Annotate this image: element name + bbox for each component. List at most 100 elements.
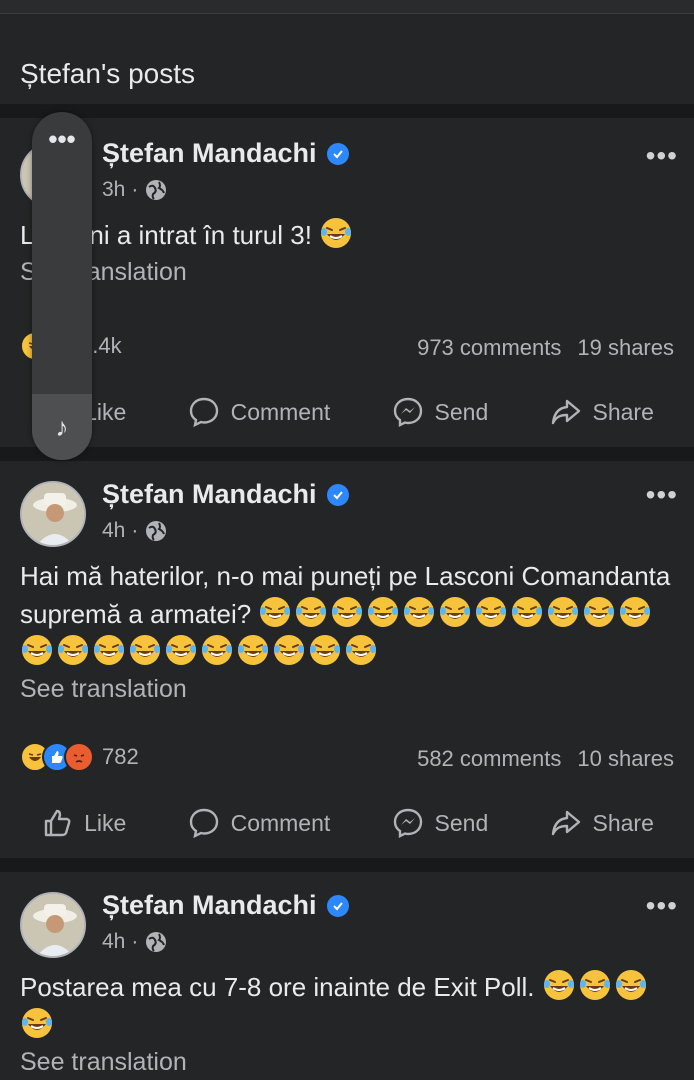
- author-name[interactable]: Ștefan Mandachi: [102, 890, 317, 921]
- more-options-icon[interactable]: •••: [646, 890, 678, 922]
- meta-separator: ·: [131, 930, 139, 953]
- post-time[interactable]: 4h: [102, 519, 125, 543]
- laughing-tears-emoji: [366, 595, 400, 629]
- emoji-row: [319, 218, 355, 250]
- laughing-tears-emoji: [272, 633, 306, 667]
- see-translation-link[interactable]: See translation: [0, 1048, 694, 1077]
- globe-icon: [146, 932, 167, 952]
- post-actions: Like Comment Send Share: [0, 377, 694, 447]
- share-arrow-icon: [551, 810, 580, 836]
- post-text: Postarea mea cu 7-8 ore inainte de Exit …: [0, 968, 694, 1044]
- post-body: Postarea mea cu 7-8 ore inainte de Exit …: [20, 972, 535, 1002]
- comments-count[interactable]: 973 comments: [417, 335, 561, 361]
- laughing-tears-emoji: [614, 968, 648, 1002]
- post-actions: Like Comment Send Share: [0, 788, 694, 858]
- laughing-tears-emoji: [164, 633, 198, 667]
- author-name[interactable]: Ștefan Mandachi: [102, 138, 317, 169]
- post-stats: 1.4k 973 comments 19 shares: [0, 317, 694, 377]
- laughing-tears-emoji: [200, 633, 234, 667]
- share-label: Share: [592, 398, 654, 425]
- comment-label: Comment: [230, 398, 331, 425]
- laughing-tears-emoji: [128, 633, 162, 667]
- post-header: Ștefan Mandachi 3h · •••: [0, 118, 694, 210]
- laughing-tears-emoji: [319, 216, 353, 250]
- see-translation-link[interactable]: See translation: [0, 675, 694, 704]
- comment-label: Comment: [230, 809, 331, 836]
- laughing-tears-emoji: [236, 633, 270, 667]
- globe-icon: [146, 521, 167, 541]
- share-button[interactable]: Share: [549, 806, 654, 840]
- more-options-icon[interactable]: •••: [646, 140, 678, 172]
- send-button[interactable]: Send: [391, 395, 489, 429]
- laughing-tears-emoji: [330, 595, 364, 629]
- like-label: Like: [84, 809, 127, 836]
- share-label: Share: [592, 809, 654, 836]
- comments-count[interactable]: 582 comments: [417, 746, 561, 772]
- post-3: Ștefan Mandachi 4h · ••• Postarea mea cu…: [0, 872, 694, 1077]
- laughing-tears-emoji: [20, 1006, 54, 1040]
- laughing-tears-emoji: [542, 968, 576, 1002]
- post-header: Ștefan Mandachi 4h · •••: [0, 461, 694, 549]
- laughing-tears-emoji: [402, 595, 436, 629]
- verified-badge-icon: [326, 142, 349, 165]
- verified-badge-icon: [326, 894, 349, 917]
- author-name[interactable]: Ștefan Mandachi: [102, 479, 317, 510]
- see-translation-link[interactable]: See translation: [0, 258, 694, 287]
- avatar[interactable]: [20, 892, 86, 958]
- send-label: Send: [434, 809, 489, 836]
- laughing-tears-emoji: [438, 595, 472, 629]
- send-button[interactable]: Send: [391, 806, 489, 840]
- avatar[interactable]: [20, 481, 86, 547]
- post-text: Lasconi a intrat în turul 3!: [0, 216, 694, 254]
- top-bar: [0, 0, 694, 14]
- verified-badge-icon: [326, 483, 349, 506]
- meta-separator: ·: [131, 519, 139, 542]
- laughing-tears-emoji: [582, 595, 616, 629]
- angry-reaction-icon: [64, 742, 94, 772]
- laughing-tears-emoji: [578, 968, 612, 1002]
- laughing-tears-emoji: [258, 595, 292, 629]
- music-note-icon[interactable]: ♪: [32, 394, 92, 460]
- share-button[interactable]: Share: [549, 395, 654, 429]
- thumbs-up-icon: [44, 809, 71, 837]
- shares-count[interactable]: 10 shares: [577, 746, 674, 772]
- messenger-icon: [393, 397, 422, 427]
- laughing-tears-emoji: [308, 633, 342, 667]
- post-1: Ștefan Mandachi 3h · ••• Lasconi a intra…: [0, 118, 694, 447]
- post-stats: 782 582 comments 10 shares: [0, 728, 694, 788]
- shares-count[interactable]: 19 shares: [577, 335, 674, 361]
- globe-icon: [146, 180, 167, 200]
- reaction-summary[interactable]: 782: [20, 742, 139, 772]
- laughing-tears-emoji: [56, 633, 90, 667]
- divider: [0, 104, 694, 118]
- like-button[interactable]: Like: [40, 806, 126, 840]
- overlay-more-icon[interactable]: •••: [32, 124, 92, 155]
- laughing-tears-emoji: [618, 595, 652, 629]
- laughing-tears-emoji: [510, 595, 544, 629]
- post-meta: 4h ·: [102, 519, 168, 543]
- comment-button[interactable]: Comment: [187, 395, 331, 429]
- more-options-icon[interactable]: •••: [646, 479, 678, 511]
- laughing-tears-emoji: [92, 633, 126, 667]
- page-title: Ștefan's posts: [0, 14, 694, 104]
- floating-media-widget[interactable]: ••• ♪: [32, 112, 92, 460]
- laughing-tears-emoji: [294, 595, 328, 629]
- post-time[interactable]: 3h: [102, 178, 125, 202]
- post-time[interactable]: 4h: [102, 930, 125, 954]
- post-header: Ștefan Mandachi 4h · •••: [0, 872, 694, 960]
- reaction-count: 782: [102, 744, 139, 769]
- laughing-tears-emoji: [546, 595, 580, 629]
- post-meta: 3h ·: [102, 178, 168, 202]
- comment-bubble-icon: [189, 808, 218, 839]
- divider: [0, 447, 694, 461]
- send-label: Send: [434, 398, 489, 425]
- meta-separator: ·: [131, 178, 139, 201]
- share-arrow-icon: [551, 399, 580, 425]
- post-2: Ștefan Mandachi 4h · ••• Hai mă haterilo…: [0, 461, 694, 858]
- laughing-tears-emoji: [344, 633, 378, 667]
- messenger-icon: [393, 808, 422, 838]
- laughing-tears-emoji: [474, 595, 508, 629]
- comment-button[interactable]: Comment: [187, 806, 331, 840]
- laughing-tears-emoji: [20, 633, 54, 667]
- comment-bubble-icon: [189, 397, 218, 428]
